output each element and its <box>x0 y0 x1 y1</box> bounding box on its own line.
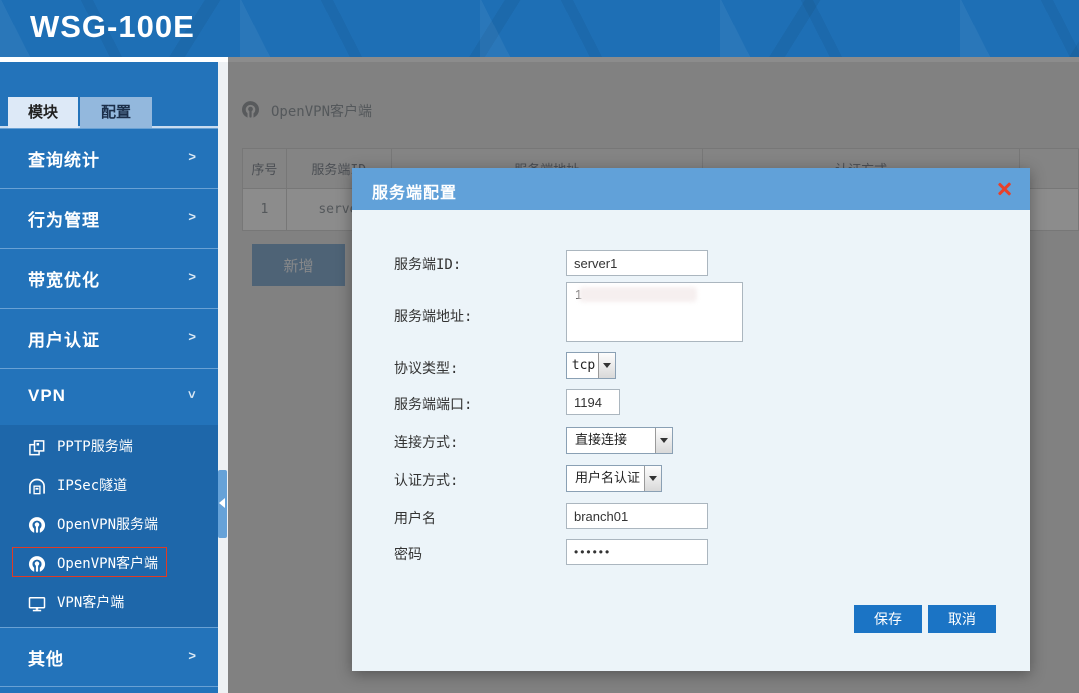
sidebar-item-query-stats[interactable]: 查询统计 <box>0 128 218 188</box>
submenu-item-label: OpenVPN客户端 <box>57 545 158 584</box>
chevron-right-icon <box>188 209 196 224</box>
sidebar: 模块 配置 查询统计 行为管理 带宽优化 用户认证 VPN <box>0 62 218 693</box>
chevron-right-icon <box>188 648 196 663</box>
username-field[interactable] <box>566 503 708 529</box>
cancel-button[interactable]: 取消 <box>928 605 996 633</box>
submenu-item-openvpn-server[interactable]: OpenVPN服务端 <box>0 506 218 545</box>
redaction-blur <box>579 287 697 302</box>
connection-mode-label: 连接方式: <box>394 432 458 452</box>
submenu-item-openvpn-client[interactable]: OpenVPN客户端 <box>0 545 218 584</box>
sidebar-item-bandwidth-opt[interactable]: 带宽优化 <box>0 248 218 308</box>
ipsec-tunnel-icon <box>27 477 47 497</box>
server-config-dialog: 服务端配置 服务端ID: 服务端地址: 1 协议类型: tcp 服务端端口: 连… <box>352 168 1030 671</box>
chevron-right-icon <box>188 329 196 344</box>
sidebar-gap <box>218 62 228 693</box>
dialog-title: 服务端配置 <box>372 179 457 203</box>
chevron-down-icon <box>185 391 200 399</box>
dropdown-arrow-icon[interactable] <box>598 353 615 378</box>
password-field[interactable] <box>566 539 708 565</box>
selected-value: 用户名认证 <box>567 466 644 491</box>
dialog-header: 服务端配置 <box>352 168 1030 210</box>
protocol-type-label: 协议类型: <box>394 358 458 378</box>
sidebar-item-behavior-mgmt[interactable]: 行为管理 <box>0 188 218 248</box>
auth-mode-label: 认证方式: <box>394 470 458 490</box>
submenu-item-label: VPN客户端 <box>57 584 124 623</box>
server-address-label: 服务端地址: <box>394 306 472 326</box>
save-button[interactable]: 保存 <box>854 605 922 633</box>
sidebar-item-other[interactable]: 其他 <box>0 627 218 687</box>
brand-title: WSG-100E <box>30 9 195 45</box>
close-icon[interactable] <box>996 181 1012 197</box>
monitor-icon <box>27 594 47 614</box>
submenu-item-pptp-server[interactable]: PPTP服务端 <box>0 428 218 467</box>
sidebar-item-user-auth[interactable]: 用户认证 <box>0 308 218 368</box>
auth-mode-select[interactable]: 用户名认证 <box>566 465 662 492</box>
password-label: 密码 <box>394 544 422 564</box>
server-port-field[interactable] <box>566 389 620 415</box>
server-address-field[interactable]: 1 <box>566 282 743 342</box>
dropdown-arrow-icon[interactable] <box>644 466 661 491</box>
pptp-server-icon <box>27 438 47 458</box>
submenu-item-label: OpenVPN服务端 <box>57 506 158 545</box>
tab-config[interactable]: 配置 <box>80 97 152 128</box>
sidebar-item-vpn[interactable]: VPN <box>0 368 218 425</box>
tab-modules[interactable]: 模块 <box>8 97 78 128</box>
submenu-item-ipsec-tunnel[interactable]: IPSec隧道 <box>0 467 218 506</box>
app-header: WSG-100E <box>0 0 1079 57</box>
openvpn-icon <box>27 555 47 575</box>
selected-value: tcp <box>567 353 598 378</box>
sidebar-collapse-handle[interactable] <box>218 470 227 538</box>
protocol-type-select[interactable]: tcp <box>566 352 616 379</box>
username-label: 用户名 <box>394 508 436 528</box>
submenu-item-label: IPSec隧道 <box>57 467 127 506</box>
chevron-right-icon <box>188 149 196 164</box>
server-id-label: 服务端ID: <box>394 254 461 274</box>
selected-value: 直接连接 <box>567 428 655 453</box>
server-id-field[interactable] <box>566 250 708 276</box>
submenu-item-vpn-client[interactable]: VPN客户端 <box>0 584 218 623</box>
sidebar-tabs: 模块 配置 <box>0 62 218 128</box>
submenu-item-label: PPTP服务端 <box>57 428 133 467</box>
app-window: WSG-100E 模块 配置 查询统计 行为管理 带宽优化 用户认证 VPN <box>0 0 1079 693</box>
vpn-submenu: PPTP服务端 IPSec隧道 <box>0 425 218 627</box>
connection-mode-select[interactable]: 直接连接 <box>566 427 673 454</box>
server-port-label: 服务端端口: <box>394 394 472 414</box>
dropdown-arrow-icon[interactable] <box>655 428 672 453</box>
chevron-right-icon <box>188 269 196 284</box>
openvpn-icon <box>27 516 47 536</box>
